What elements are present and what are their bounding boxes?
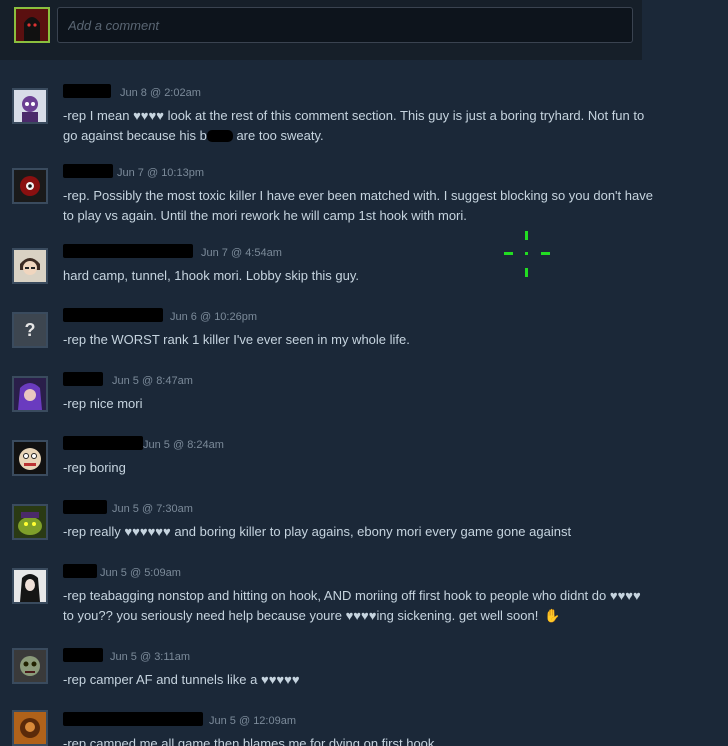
dark-hair-avatar[interactable] [12, 568, 48, 604]
cartoon-face-avatar[interactable] [12, 440, 48, 476]
comment-text: hard camp, tunnel, 1hook mori. Lobby ski… [63, 268, 360, 283]
comment-text: -rep. Possibly the most toxic killer I h… [63, 188, 653, 223]
author-name-redacted[interactable] [63, 500, 107, 514]
comment-timestamp: Jun 5 @ 8:47am [112, 375, 193, 387]
comment-timestamp: Jun 6 @ 10:26pm [170, 311, 257, 323]
comment-input[interactable] [57, 7, 633, 43]
comment-text-part: are too sweaty. [232, 128, 324, 143]
purple-hair-avatar[interactable] [12, 376, 48, 412]
comment-text-part: -rep I mean ♥♥♥♥ look at the rest of thi… [63, 108, 645, 143]
comment-timestamp: Jun 5 @ 7:30am [112, 503, 193, 515]
comment-text: -rep teabagging nonstop and hitting on h… [63, 586, 653, 626]
comments-page: Jun 8 @ 2:02am -rep I mean ♥♥♥♥ look at … [0, 0, 728, 746]
zombie-avatar[interactable] [12, 648, 48, 684]
comment-timestamp: Jun 5 @ 12:09am [209, 715, 296, 727]
text-redaction [206, 130, 233, 142]
author-name-redacted[interactable] [63, 564, 97, 578]
crosshair-cursor-icon [504, 231, 550, 277]
comment-timestamp: Jun 8 @ 2:02am [120, 87, 201, 99]
author-name-redacted[interactable] [63, 648, 103, 662]
comment-text: -rep camped me all game then blames me f… [63, 736, 435, 746]
comment-text: -rep camper AF and tunnels like a ♥♥♥♥♥ [63, 672, 300, 687]
comment-text: -rep really ♥♥♥♥♥♥ and boring killer to … [63, 524, 572, 539]
default-question-avatar[interactable]: ? [12, 312, 48, 348]
author-name-redacted[interactable] [63, 164, 113, 178]
author-name-redacted[interactable] [63, 244, 193, 258]
orange-portrait-avatar[interactable] [12, 710, 48, 746]
comment-composer [0, 0, 642, 60]
comment-text: -rep boring [63, 460, 126, 475]
author-name-redacted[interactable] [63, 712, 203, 726]
comment-timestamp: Jun 7 @ 10:13pm [117, 167, 204, 179]
question-mark-icon: ? [24, 320, 36, 340]
comment-text: -rep nice mori [63, 396, 143, 411]
comment-timestamp: Jun 5 @ 3:11am [110, 651, 191, 663]
comment-text: -rep the WORST rank 1 killer I've ever s… [63, 332, 410, 347]
author-name-redacted[interactable] [63, 84, 111, 98]
comment-timestamp: Jun 5 @ 8:24am [143, 439, 224, 451]
author-name-redacted[interactable] [63, 372, 103, 386]
comment-text: -rep I mean ♥♥♥♥ look at the rest of thi… [63, 106, 653, 146]
own-avatar[interactable] [14, 7, 50, 43]
red-eye-avatar[interactable] [12, 168, 48, 204]
author-name-redacted[interactable] [63, 436, 143, 450]
green-creature-avatar[interactable] [12, 504, 48, 540]
author-name-redacted[interactable] [63, 308, 163, 322]
comment-timestamp: Jun 7 @ 4:54am [201, 247, 282, 259]
comment-timestamp: Jun 5 @ 5:09am [100, 567, 181, 579]
raised-hand-emoji: ✋ [544, 608, 561, 623]
anime-face-avatar[interactable] [12, 248, 48, 284]
purple-character-avatar[interactable] [12, 88, 48, 124]
